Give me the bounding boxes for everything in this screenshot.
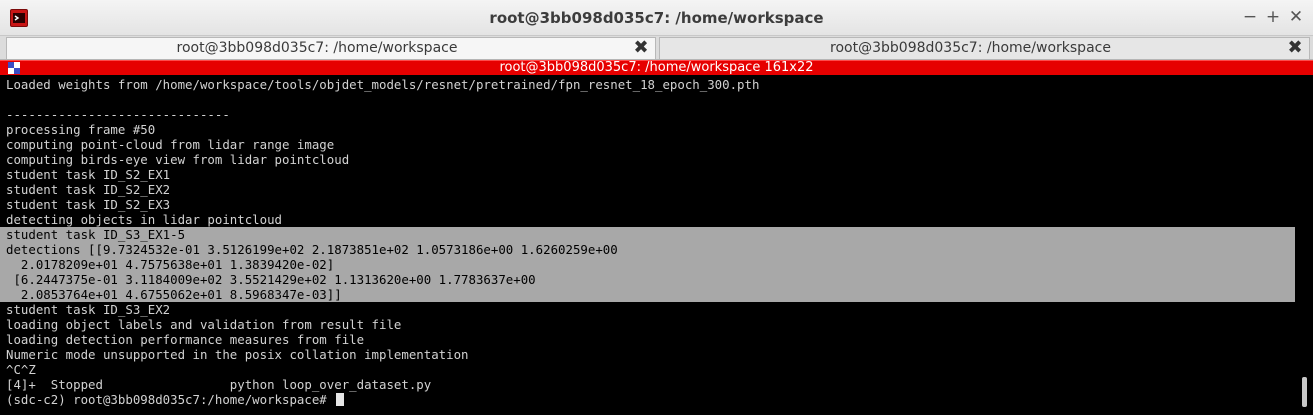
line-text: ------------------------------ <box>6 107 230 122</box>
line-text: 2.0178209e+01 4.7575638e+01 1.3839420e-0… <box>6 257 335 272</box>
line-text: ^C^Z <box>6 362 36 377</box>
line-text: student task ID_S3_EX1-5 <box>6 227 186 242</box>
tab-label: root@3bb098d035c7: /home/workspace <box>830 40 1111 56</box>
terminal-line: loading detection performance measures f… <box>0 332 1295 347</box>
line-text: detecting objects in lidar pointcloud <box>6 212 283 227</box>
line-text: loading detection performance measures f… <box>6 332 365 347</box>
tab-bar: root@3bb098d035c7: /home/workspace ✖ roo… <box>0 36 1313 60</box>
line-text: [6.2447375e-01 3.1184009e+02 3.5521429e+… <box>6 272 536 287</box>
terminal-line: Numeric mode unsupported in the posix co… <box>0 347 1295 362</box>
prompt-text: (sdc-c2) root@3bb098d035c7:/home/workspa… <box>6 392 335 407</box>
terminal-line: 2.0853764e+01 4.6755062e+01 8.5968347e-0… <box>0 287 1295 302</box>
terminal-titlebar[interactable]: root@3bb098d035c7: /home/workspace 161x2… <box>0 60 1313 75</box>
line-text: processing frame #50 <box>6 122 156 137</box>
terminal-line: [4]+ Stopped python loop_over_dataset.py <box>0 377 1295 392</box>
line-text: computing point-cloud from lidar range i… <box>6 137 335 152</box>
tab-1[interactable]: root@3bb098d035c7: /home/workspace ✖ <box>6 37 656 59</box>
terminal-line: student task ID_S2_EX2 <box>0 182 1295 197</box>
minimize-button[interactable]: − <box>1240 6 1260 28</box>
line-text: student task ID_S2_EX2 <box>6 182 171 197</box>
line-text: detections [[9.7324532e-01 3.5126199e+02… <box>6 242 618 257</box>
line-text: student task ID_S3_EX2 <box>6 302 171 317</box>
terminal-title: root@3bb098d035c7: /home/workspace 161x2… <box>499 60 814 75</box>
terminal-line: student task ID_S3_EX2 <box>0 302 1295 317</box>
terminal-line: ^C^Z <box>0 362 1295 377</box>
tab-label: root@3bb098d035c7: /home/workspace <box>176 40 458 56</box>
terminal-line: ------------------------------ <box>0 107 1295 122</box>
terminal-line: detecting objects in lidar pointcloud <box>0 212 1295 227</box>
scrollbar-thumb[interactable] <box>1302 377 1307 407</box>
tab-close-icon[interactable]: ✖ <box>633 38 649 58</box>
terminal-line: [6.2447375e-01 3.1184009e+02 3.5521429e+… <box>0 272 1295 287</box>
line-text: student task ID_S2_EX1 <box>6 167 171 182</box>
terminal-line: student task ID_S2_EX3 <box>0 197 1295 212</box>
line-text: computing birds-eye view from lidar poin… <box>6 152 350 167</box>
window-title: root@3bb098d035c7: /home/workspace <box>489 9 824 27</box>
line-text: [4]+ Stopped python loop_over_dataset.py <box>6 377 432 392</box>
maximize-button[interactable]: + <box>1263 6 1283 28</box>
terminal-line: Loaded weights from /home/workspace/tool… <box>0 77 1295 92</box>
terminal-line: computing point-cloud from lidar range i… <box>0 137 1295 152</box>
terminal-output[interactable]: Loaded weights from /home/workspace/tool… <box>0 75 1313 415</box>
line-text: student task ID_S2_EX3 <box>6 197 171 212</box>
tab-2[interactable]: root@3bb098d035c7: /home/workspace ✖ <box>659 37 1310 59</box>
window-titlebar[interactable]: root@3bb098d035c7: /home/workspace − + ✕ <box>0 0 1313 36</box>
terminal-line: 2.0178209e+01 4.7575638e+01 1.3839420e-0… <box>0 257 1295 272</box>
close-window-button[interactable]: ✕ <box>1286 6 1306 28</box>
terminal-line: student task ID_S2_EX1 <box>0 167 1295 182</box>
line-text: 2.0853764e+01 4.6755062e+01 8.5968347e-0… <box>6 287 342 302</box>
line-text: loading object labels and validation fro… <box>6 317 402 332</box>
shell-prompt-line[interactable]: (sdc-c2) root@3bb098d035c7:/home/workspa… <box>0 392 1295 407</box>
terminal-line: student task ID_S3_EX1-5 <box>0 227 1295 242</box>
terminal-line: computing birds-eye view from lidar poin… <box>0 152 1295 167</box>
terminal-scrollbar[interactable] <box>1295 75 1313 415</box>
terminal-line: detections [[9.7324532e-01 3.5126199e+02… <box>0 242 1295 257</box>
line-text: Numeric mode unsupported in the posix co… <box>6 347 469 362</box>
tab-close-icon[interactable]: ✖ <box>1287 38 1303 58</box>
terminal-line: loading object labels and validation fro… <box>0 317 1295 332</box>
text-cursor <box>336 393 345 406</box>
line-text: Loaded weights from /home/workspace/tool… <box>6 77 760 92</box>
terminal-line: processing frame #50 <box>0 122 1295 137</box>
